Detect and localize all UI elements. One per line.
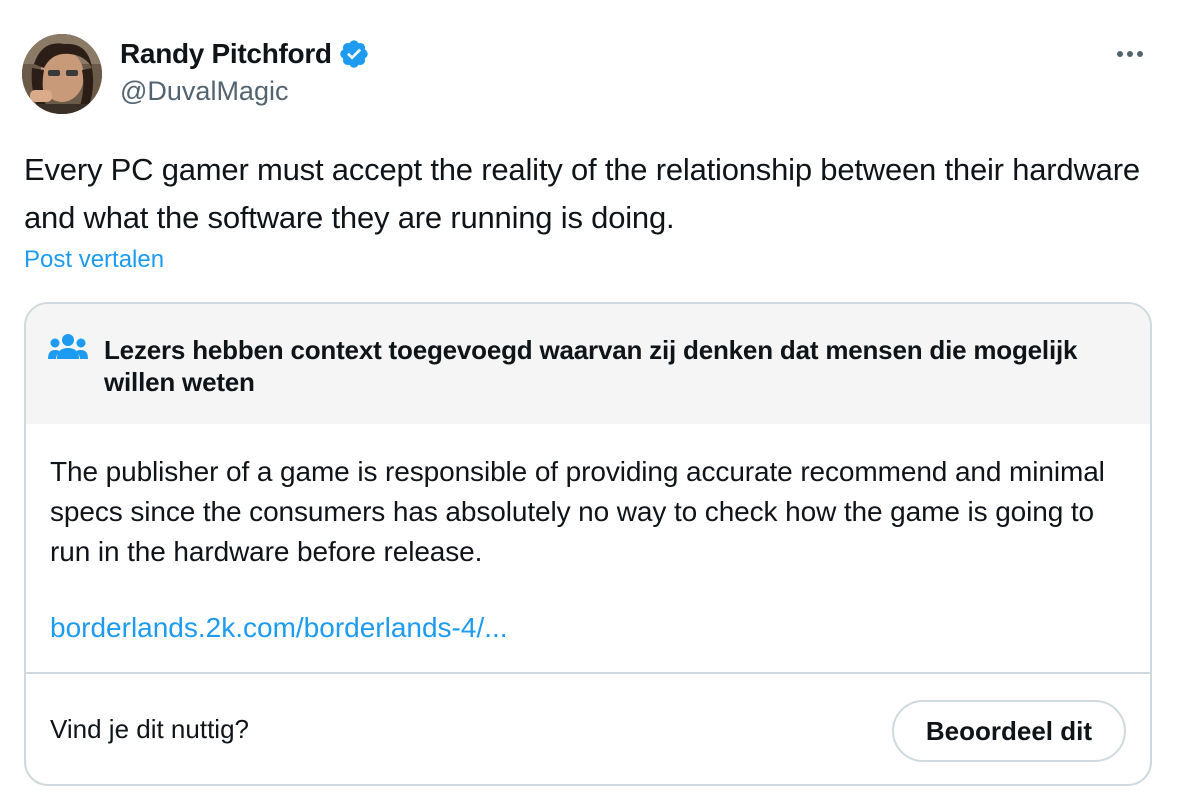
post-text: Every PC gamer must accept the reality o… xyxy=(24,152,1140,235)
more-dots-icon[interactable] xyxy=(1112,38,1148,70)
verified-badge-icon[interactable] xyxy=(338,38,370,70)
community-note-header: Lezers hebben context toegevoegd waarvan… xyxy=(26,304,1150,424)
people-icon xyxy=(48,334,88,359)
community-note-body: The publisher of a game is responsible o… xyxy=(50,456,1105,567)
helpful-question: Vind je dit nuttig? xyxy=(50,714,249,744)
community-note-card: Lezers hebben context toegevoegd waarvan… xyxy=(24,302,1152,786)
author-name-row: Randy Pitchford xyxy=(120,36,370,72)
community-note-link[interactable]: borderlands.2k.com/borderlands-4/... xyxy=(50,612,508,644)
avatar[interactable] xyxy=(22,34,102,114)
translate-post-link[interactable]: Post vertalen xyxy=(24,246,164,274)
divider xyxy=(26,672,1150,674)
author-handle[interactable]: @DuvalMagic xyxy=(120,76,288,107)
rate-note-button[interactable]: Beoordeel dit xyxy=(891,700,1126,762)
avatar-image xyxy=(22,34,102,114)
author-name[interactable]: Randy Pitchford xyxy=(120,38,332,70)
community-note-title: Lezers hebben context toegevoegd waarvan… xyxy=(104,335,1078,397)
